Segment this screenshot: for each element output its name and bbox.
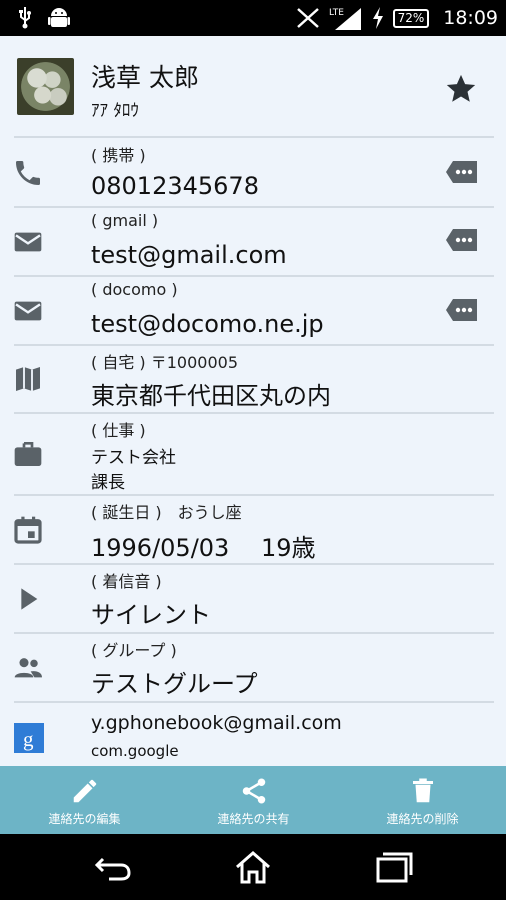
- recents-icon[interactable]: [374, 850, 414, 884]
- email-icon: [14, 301, 42, 321]
- contact-detail: 浅草 太郎 ｱｱ ﾀﾛｳ ( 携帯 ) 08012345678 ( gmail …: [0, 36, 506, 766]
- message-icon[interactable]: [445, 227, 479, 253]
- lte-text: LTE: [329, 8, 344, 18]
- share-icon: [242, 778, 265, 804]
- delete-contact-button[interactable]: 連絡先の削除: [338, 766, 506, 834]
- group-row[interactable]: ( グループ ) テストグループ: [0, 634, 506, 701]
- group-value: テストグループ: [91, 670, 258, 698]
- job-title: 課長: [91, 473, 125, 493]
- birthday-row[interactable]: ( 誕生日 ) おうし座 1996/05/03 19歳: [0, 496, 506, 563]
- google-icon: g: [14, 723, 44, 753]
- star-icon[interactable]: [444, 72, 478, 106]
- work-label: ( 仕事 ): [91, 421, 146, 440]
- calendar-icon: [14, 516, 42, 544]
- phone-label: ( 携帯 ): [91, 146, 146, 165]
- usb-icon: [19, 7, 31, 29]
- edit-contact-label: 連絡先の編集: [48, 812, 121, 826]
- account-email: y.gphonebook@gmail.com: [91, 712, 342, 734]
- account-row[interactable]: g y.gphonebook@gmail.com com.google: [0, 703, 506, 766]
- address-value: 東京都千代田区丸の内: [91, 382, 331, 410]
- share-contact-button[interactable]: 連絡先の共有: [169, 766, 338, 834]
- map-icon: [16, 367, 40, 391]
- edit-contact-button[interactable]: 連絡先の編集: [0, 766, 169, 834]
- contact-header: 浅草 太郎 ｱｱ ﾀﾛｳ: [0, 36, 506, 137]
- work-row[interactable]: ( 仕事 ) テスト会社 課長: [0, 414, 506, 494]
- action-bar: 連絡先の編集 連絡先の共有 連絡先の削除: [0, 766, 506, 834]
- birthday-value: 1996/05/03 19歳: [91, 534, 316, 562]
- home-icon[interactable]: [233, 850, 273, 884]
- clock: 18:09: [443, 7, 498, 29]
- no-signal-icon: [296, 8, 319, 28]
- email-value-docomo: test@docomo.ne.jp: [91, 310, 324, 338]
- email-icon: [14, 232, 42, 252]
- phone-icon: [16, 161, 40, 185]
- message-icon[interactable]: [445, 297, 479, 323]
- phone-value: 08012345678: [91, 172, 259, 200]
- lte-signal-icon: LTE: [329, 8, 361, 30]
- email-label-gmail: ( gmail ): [91, 211, 159, 230]
- group-label: ( グループ ): [91, 641, 177, 660]
- delete-contact-label: 連絡先の削除: [386, 812, 459, 826]
- play-icon: [21, 588, 38, 610]
- android-icon: [48, 8, 70, 27]
- pencil-icon: [73, 779, 96, 803]
- navigation-bar: [0, 834, 506, 900]
- trash-icon: [412, 778, 433, 803]
- ringtone-value: サイレント: [91, 601, 211, 629]
- battery-indicator: 72%: [392, 8, 430, 28]
- company-name: テスト会社: [91, 448, 176, 468]
- email-value-gmail: test@gmail.com: [91, 241, 287, 269]
- email-row-gmail[interactable]: ( gmail ) test@gmail.com: [0, 208, 506, 275]
- contact-photo[interactable]: [17, 58, 74, 115]
- email-label-docomo: ( docomo ): [91, 280, 178, 299]
- account-type: com.google: [91, 742, 179, 760]
- status-bar: LTE 72% 18:09: [0, 0, 506, 36]
- charging-icon: [372, 7, 383, 29]
- phone-row[interactable]: ( 携帯 ) 08012345678: [0, 138, 506, 206]
- address-label: ( 自宅 ) 〒1000005: [91, 353, 239, 372]
- back-icon[interactable]: [93, 850, 133, 884]
- address-row[interactable]: ( 自宅 ) 〒1000005 東京都千代田区丸の内: [0, 346, 506, 412]
- ringtone-row[interactable]: ( 着信音 ) サイレント: [0, 565, 506, 632]
- group-icon: [14, 658, 42, 678]
- email-row-docomo[interactable]: ( docomo ) test@docomo.ne.jp: [0, 277, 506, 344]
- birthday-label: ( 誕生日 ) おうし座: [91, 503, 242, 522]
- ringtone-label: ( 着信音 ): [91, 572, 162, 591]
- message-icon[interactable]: [445, 159, 479, 185]
- share-contact-label: 連絡先の共有: [217, 812, 290, 826]
- svg-text:g: g: [23, 727, 34, 751]
- contact-kana: ｱｱ ﾀﾛｳ: [91, 101, 139, 121]
- briefcase-icon: [14, 442, 42, 466]
- contact-name: 浅草 太郎: [91, 63, 199, 92]
